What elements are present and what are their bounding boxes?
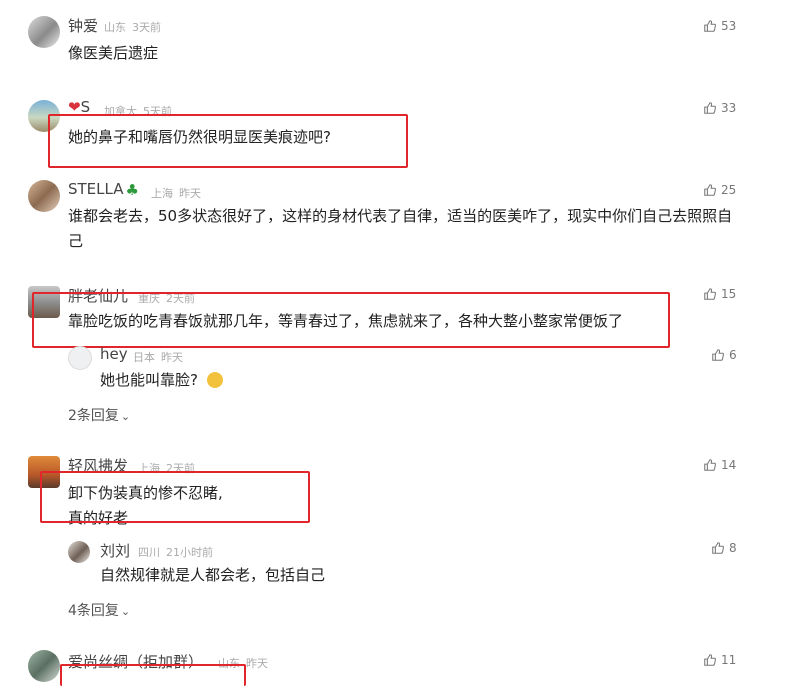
chevron-down-icon: ⌄ (120, 410, 131, 423)
comment-location: 山东 (218, 657, 240, 670)
reply-author[interactable]: hey (100, 345, 128, 363)
avatar[interactable] (28, 286, 60, 318)
comment-author[interactable]: ❤S (68, 98, 90, 116)
thumbs-up-icon (704, 288, 716, 300)
like-button[interactable]: 15 (703, 287, 736, 301)
like-count: 25 (721, 183, 737, 197)
comment-text: 谁都会老去，50多状态很好了，这样的身材代表了自律，适当的医美咋了，现实中你们自… (68, 207, 733, 250)
reply-like-button[interactable]: 6 (711, 348, 737, 362)
comment-time: 昨天 (246, 657, 268, 670)
reply-author[interactable]: 刘刘 (100, 540, 130, 561)
comment-location: 上海 (151, 187, 173, 200)
comment-author[interactable]: 轻风拂发 (68, 455, 128, 476)
avatar[interactable] (28, 180, 60, 212)
comment-meta: 上海 昨天 (151, 185, 207, 201)
chevron-down-icon: ⌄ (120, 605, 131, 618)
reply-like-button[interactable]: 8 (711, 541, 737, 555)
reply-avatar[interactable] (68, 541, 90, 563)
comment-meta: 加拿大 5天前 (104, 103, 178, 119)
comment-location: 山东 (104, 21, 126, 34)
like-button[interactable]: 14 (703, 458, 736, 472)
comment-author[interactable]: 胖老仙儿 (68, 285, 128, 306)
emoji-icon (206, 372, 223, 388)
heart-icon: ❤ (68, 98, 81, 116)
thumbs-up-icon (712, 349, 724, 361)
like-count: 14 (721, 458, 737, 472)
thumbs-up-icon (704, 184, 716, 196)
comment-meta: 山东 3天前 (104, 19, 167, 35)
avatar[interactable] (28, 650, 60, 682)
like-button[interactable]: 53 (703, 19, 736, 33)
like-count: 15 (721, 287, 737, 301)
reply-meta: 四川 21小时前 (138, 544, 219, 560)
avatar[interactable] (28, 16, 60, 48)
expand-replies-link[interactable]: 2条回复 ⌄ (68, 405, 130, 425)
like-count: 53 (721, 19, 737, 33)
thumbs-up-icon (704, 459, 716, 471)
comment-text: 卸下伪装真的惨不忍睹, 真的好老 (68, 484, 223, 527)
comment-text: 她的鼻子和嘴唇仍然很明显医美痕迹吧? (68, 128, 331, 146)
reply-time: 21小时前 (166, 546, 213, 559)
comment-time: 昨天 (179, 187, 201, 200)
like-button[interactable]: 25 (703, 183, 736, 197)
comment-time: 2天前 (166, 462, 195, 475)
reply-avatar[interactable] (68, 346, 92, 370)
avatar[interactable] (28, 456, 60, 488)
comment-text: 靠脸吃饭的吃青春饭就那几年，等青春过了，焦虑就来了，各种大整小整家常便饭了 (68, 312, 624, 330)
avatar[interactable] (28, 100, 60, 132)
comment-location: 加拿大 (104, 105, 137, 118)
comment-meta: 山东 昨天 (218, 655, 274, 671)
like-count: 11 (721, 653, 737, 667)
like-button[interactable]: 11 (703, 653, 736, 667)
comment-location: 重庆 (138, 292, 160, 305)
comment-meta: 上海 2天前 (138, 460, 201, 476)
comment-time: 3天前 (132, 21, 161, 34)
thumbs-up-icon (704, 654, 716, 666)
thumbs-up-icon (704, 102, 716, 114)
like-count: 33 (721, 101, 737, 115)
clover-icon: ♣ (125, 180, 139, 199)
reply-text: 她也能叫靠脸? (100, 368, 223, 393)
comment-time: 5天前 (143, 105, 172, 118)
comment-text: 像医美后遗症 (68, 44, 159, 62)
comment-meta: 重庆 2天前 (138, 290, 201, 306)
reply-meta: 日本 昨天 (133, 349, 189, 365)
expand-replies-link[interactable]: 4条回复 ⌄ (68, 600, 130, 620)
comment-author[interactable]: 钟爱 (68, 15, 98, 36)
reply-text: 自然规律就是人都会老，包括自己 (100, 566, 326, 584)
thumbs-up-icon (704, 20, 716, 32)
reply-location: 日本 (133, 351, 155, 364)
comment-author[interactable]: 爱尚丝绸（拒加群） (68, 651, 203, 672)
reply-location: 四川 (138, 546, 160, 559)
like-count: 8 (729, 541, 737, 555)
like-button[interactable]: 33 (703, 101, 736, 115)
comment-author[interactable]: STELLA ♣ (68, 180, 139, 199)
like-count: 6 (729, 348, 737, 362)
comment-location: 上海 (138, 462, 160, 475)
reply-time: 昨天 (161, 351, 183, 364)
comment-time: 2天前 (166, 292, 195, 305)
thumbs-up-icon (712, 542, 724, 554)
